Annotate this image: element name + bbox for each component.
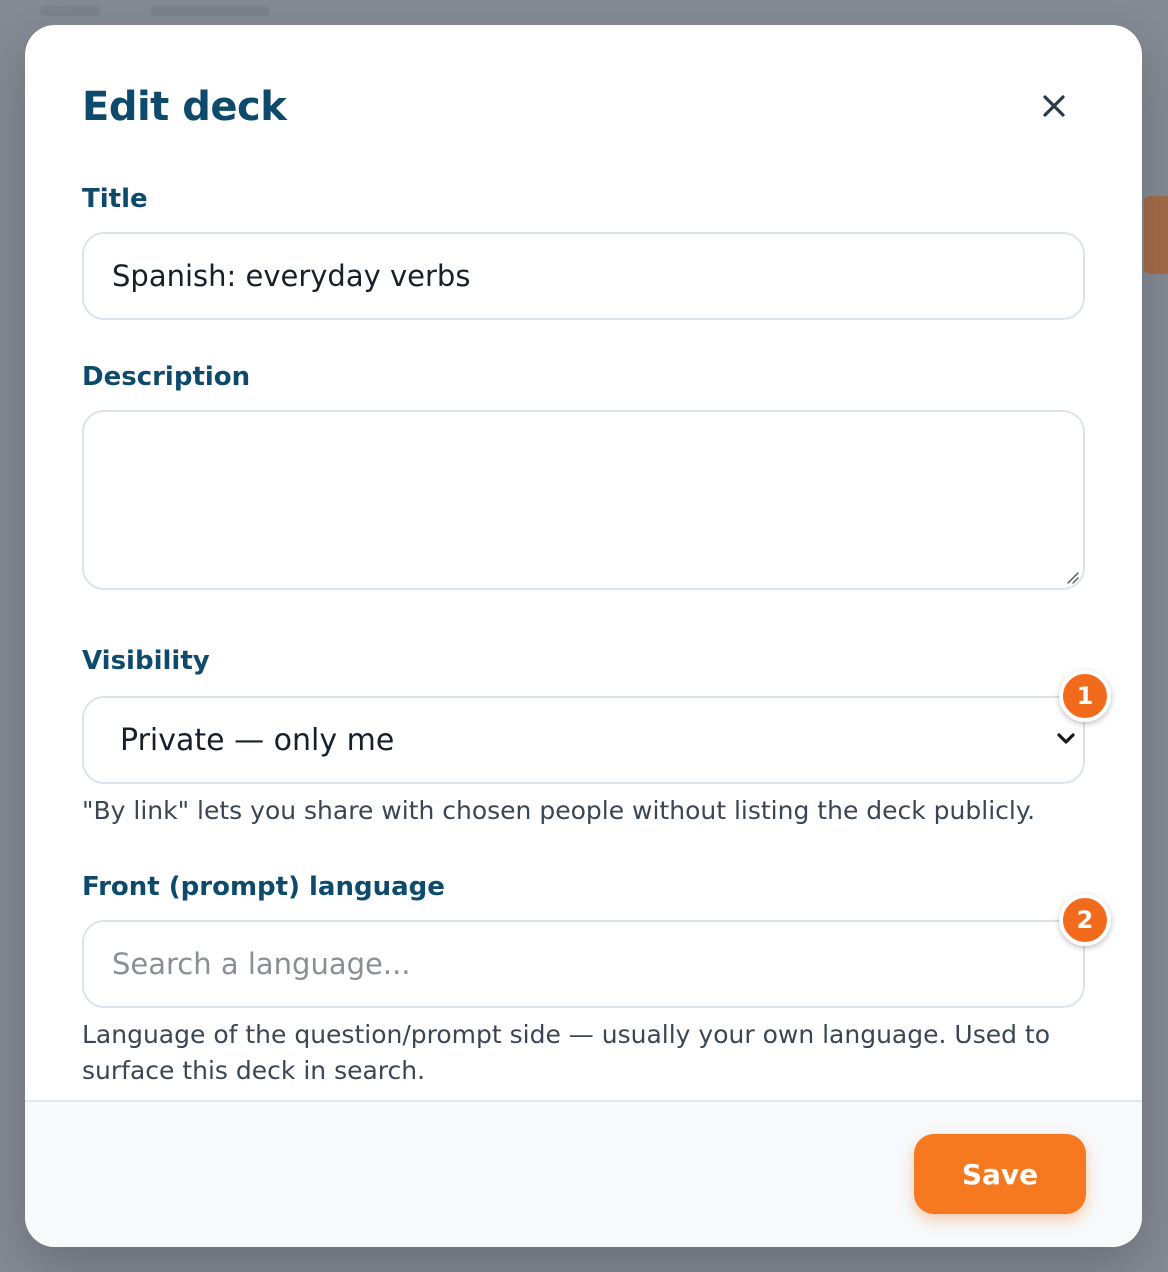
chevron-down-icon (1057, 733, 1075, 744)
save-button[interactable]: Save (914, 1134, 1086, 1214)
front-language-search-input[interactable]: Search a language... (82, 920, 1085, 1008)
front-language-label: Front (prompt) language (82, 872, 445, 902)
front-language-help-line-1: Language of the question/prompt side — u… (82, 1020, 1051, 1049)
front-language-placeholder: Search a language... (112, 947, 411, 981)
description-label: Description (82, 362, 251, 392)
modal-title: Edit deck (82, 84, 287, 130)
visibility-selected-value: Private — only me (120, 722, 395, 758)
edit-deck-modal: Edit deck Title Spanish: everyday verbs … (25, 25, 1142, 1247)
background-blur (40, 6, 100, 16)
title-label: Title (82, 184, 148, 214)
front-language-help-line-2: surface this deck in search. (82, 1056, 426, 1085)
resize-grip-icon[interactable] (1065, 570, 1079, 584)
visibility-label: Visibility (82, 646, 210, 676)
annotation-badge-2: 2 (1059, 894, 1111, 946)
title-input-value: Spanish: everyday verbs (112, 259, 471, 293)
annotation-badge-1: 1 (1059, 670, 1111, 722)
visibility-help-text: "By link" lets you share with chosen peo… (82, 796, 1036, 825)
close-icon (1043, 95, 1065, 117)
background-accent (1144, 196, 1168, 274)
title-input[interactable]: Spanish: everyday verbs (82, 232, 1085, 320)
close-button[interactable] (1037, 89, 1071, 123)
visibility-select[interactable]: Private — only me (82, 696, 1085, 784)
background-blur (150, 6, 270, 16)
description-textarea[interactable] (82, 410, 1085, 590)
